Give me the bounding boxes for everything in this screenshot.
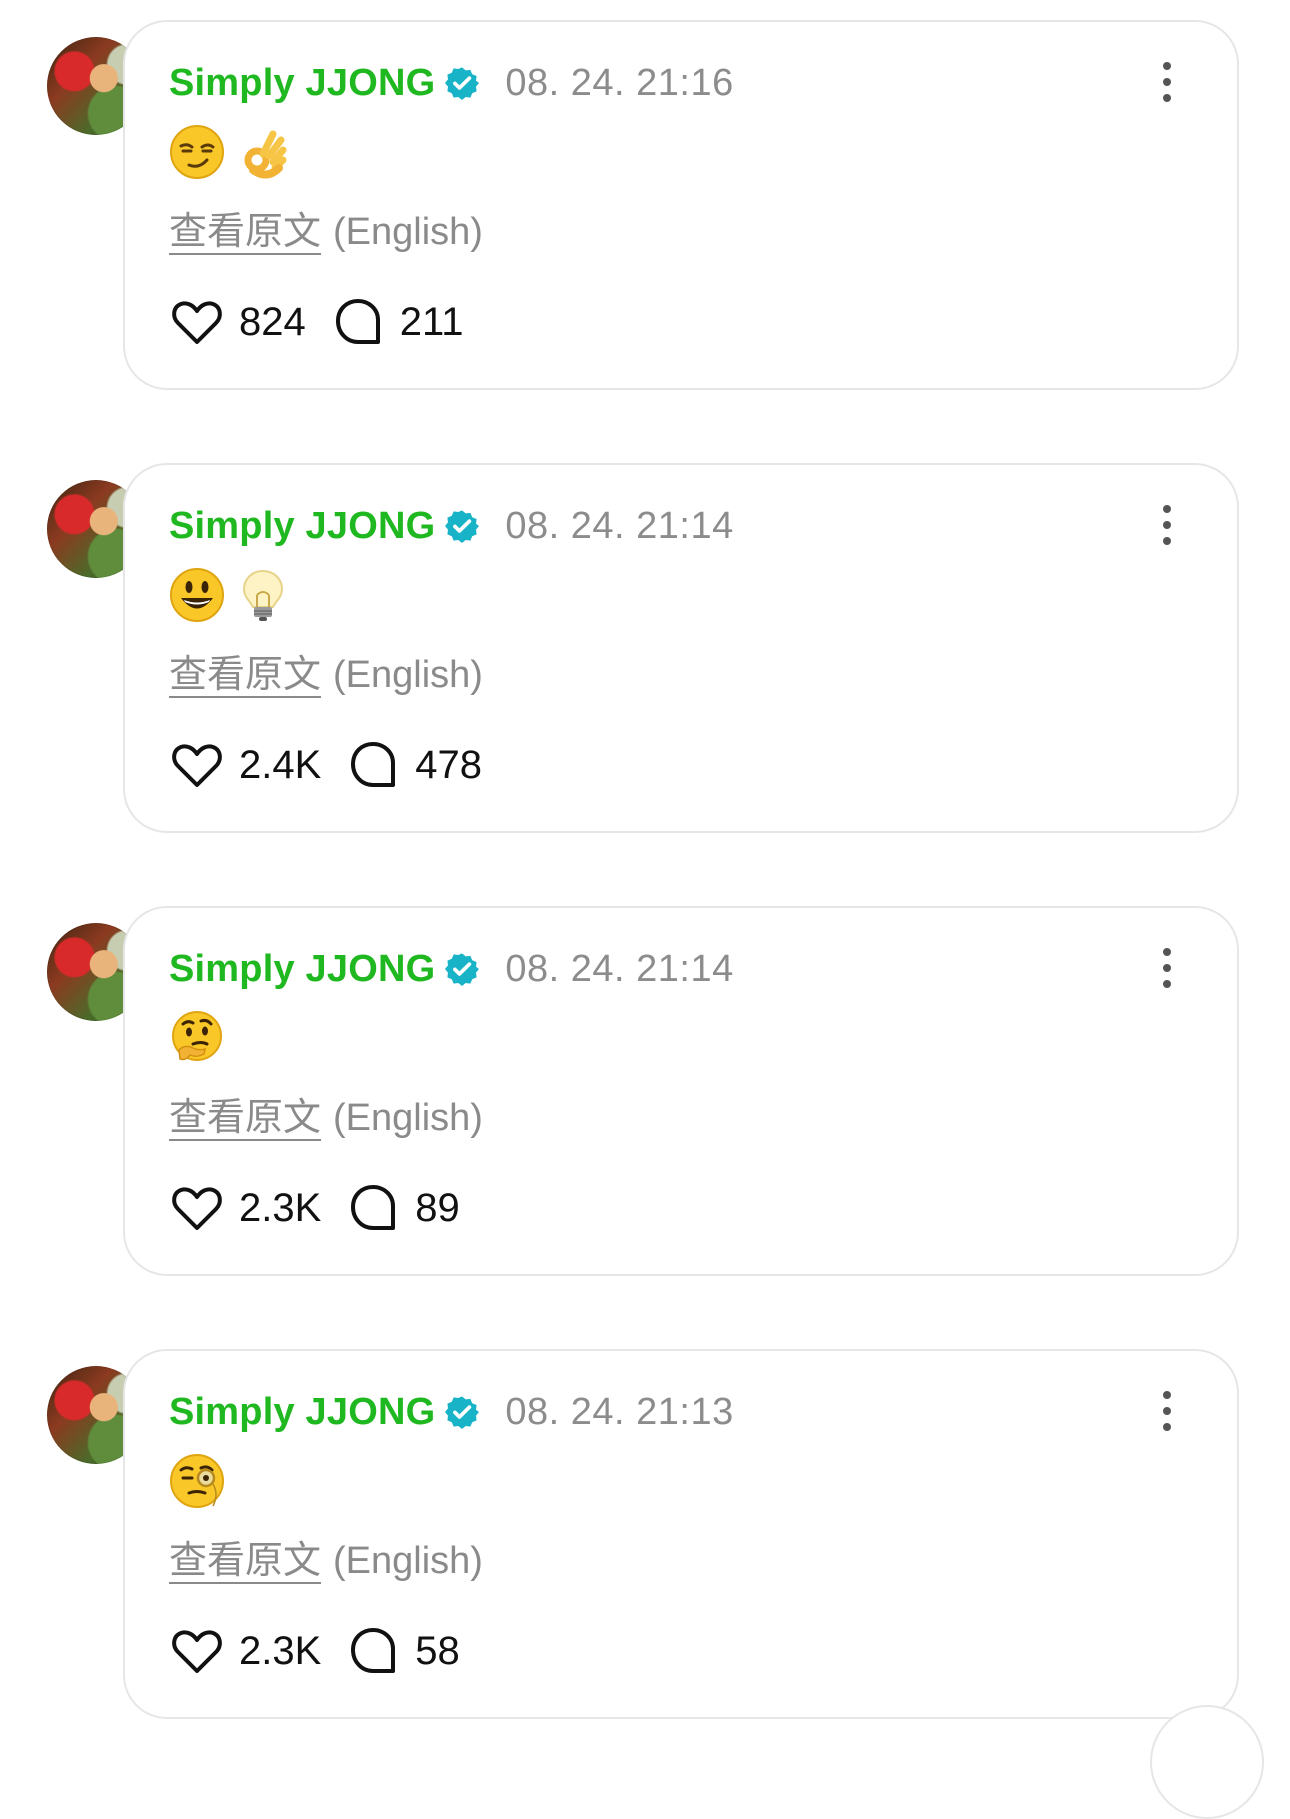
view-original-link[interactable]: 查看原文 <box>169 211 321 253</box>
view-original-link[interactable]: 查看原文 <box>169 1097 321 1139</box>
post-content <box>169 1453 225 1515</box>
like-heart-icon[interactable] <box>169 1180 225 1236</box>
original-language-label: (English) <box>333 1540 483 1582</box>
like-count: 2.4K <box>239 742 322 787</box>
post-timestamp: 08. 24. 21:14 <box>505 504 734 547</box>
more-options-icon[interactable] <box>1157 1389 1177 1433</box>
view-original-text: 查看原文 (English) <box>169 643 483 698</box>
more-options-icon[interactable] <box>1157 946 1177 990</box>
post-header: Simply JJONG 08. 24. 21:13 <box>169 1387 734 1437</box>
post-card[interactable]: Simply JJONG 08. 24. 21:14 查看原文 (English… <box>123 463 1239 833</box>
post: Simply JJONG 08. 24. 21:16 查看原文 (English… <box>0 0 1290 390</box>
post-timestamp: 08. 24. 21:16 <box>505 61 734 104</box>
post-content <box>169 567 291 629</box>
comment-bubble-icon <box>351 1628 396 1673</box>
ok-hand-emoji-icon <box>244 130 287 179</box>
more-options-icon[interactable] <box>1157 60 1177 104</box>
post: Simply JJONG 08. 24. 21:13 查看原文 (English… <box>0 1329 1290 1719</box>
post-actions: 2.4K 478 <box>169 737 506 793</box>
post-header: Simply JJONG 08. 24. 21:16 <box>169 58 734 108</box>
post: Simply JJONG 08. 24. 21:14 查看原文 (English… <box>0 443 1290 833</box>
view-original-text: 查看原文 (English) <box>169 1086 483 1141</box>
post-actions: 2.3K 89 <box>169 1180 499 1236</box>
post-card[interactable]: Simply JJONG 08. 24. 21:13 查看原文 (English… <box>123 1349 1239 1719</box>
comment-bubble-icon <box>351 742 396 787</box>
post-timestamp: 08. 24. 21:14 <box>505 947 734 990</box>
floating-action-button[interactable] <box>1150 1705 1264 1819</box>
comment-button[interactable]: 478 <box>345 737 506 793</box>
post: Simply JJONG 08. 24. 21:14 查看原文 (English… <box>0 886 1290 1276</box>
author-name[interactable]: Simply JJONG <box>169 62 435 105</box>
comment-button[interactable]: 89 <box>345 1180 499 1236</box>
author-name[interactable]: Simply JJONG <box>169 1391 435 1434</box>
view-original-text: 查看原文 (English) <box>169 1529 483 1584</box>
smirk-emoji-icon <box>170 125 224 179</box>
grin-emoji-icon <box>170 568 224 622</box>
post-actions: 2.3K 58 <box>169 1623 499 1679</box>
author-name[interactable]: Simply JJONG <box>169 505 435 548</box>
post-content <box>169 1010 225 1072</box>
post-timestamp: 08. 24. 21:13 <box>505 1390 734 1433</box>
thinking-emoji-icon <box>172 1011 222 1061</box>
post-content <box>169 124 291 186</box>
like-heart-icon[interactable] <box>169 294 225 350</box>
original-language-label: (English) <box>333 211 483 253</box>
original-language-label: (English) <box>333 1097 483 1139</box>
comment-count: 58 <box>415 1628 460 1673</box>
author-name[interactable]: Simply JJONG <box>169 948 435 991</box>
post-actions: 824 211 <box>169 294 488 350</box>
comment-button[interactable]: 58 <box>345 1623 499 1679</box>
comment-bubble-icon <box>351 1185 396 1230</box>
verified-badge-icon <box>445 510 480 543</box>
like-count: 2.3K <box>239 1628 322 1673</box>
post-card[interactable]: Simply JJONG 08. 24. 21:16 查看原文 (English… <box>123 20 1239 390</box>
more-options-icon[interactable] <box>1157 503 1177 547</box>
like-heart-icon[interactable] <box>169 737 225 793</box>
post-header: Simply JJONG 08. 24. 21:14 <box>169 944 734 994</box>
post-header: Simply JJONG 08. 24. 21:14 <box>169 501 734 551</box>
view-original-link[interactable]: 查看原文 <box>169 1540 321 1582</box>
light-bulb-emoji-icon <box>242 569 284 621</box>
comment-count: 211 <box>399 299 464 344</box>
post-feed: Simply JJONG 08. 24. 21:16 查看原文 (English… <box>0 0 1290 1819</box>
comment-count: 89 <box>415 1185 460 1230</box>
verified-badge-icon <box>445 953 480 986</box>
comment-bubble-icon <box>335 299 380 344</box>
view-original-text: 查看原文 (English) <box>169 200 483 255</box>
original-language-label: (English) <box>333 654 483 696</box>
post-card[interactable]: Simply JJONG 08. 24. 21:14 查看原文 (English… <box>123 906 1239 1276</box>
verified-badge-icon <box>445 67 480 100</box>
monocle-emoji-icon <box>170 1454 224 1508</box>
comment-count: 478 <box>415 742 483 787</box>
like-heart-icon[interactable] <box>169 1623 225 1679</box>
like-count: 2.3K <box>239 1185 322 1230</box>
comment-button[interactable]: 211 <box>330 294 488 350</box>
verified-badge-icon <box>445 1396 480 1429</box>
like-count: 824 <box>239 299 306 344</box>
view-original-link[interactable]: 查看原文 <box>169 654 321 696</box>
